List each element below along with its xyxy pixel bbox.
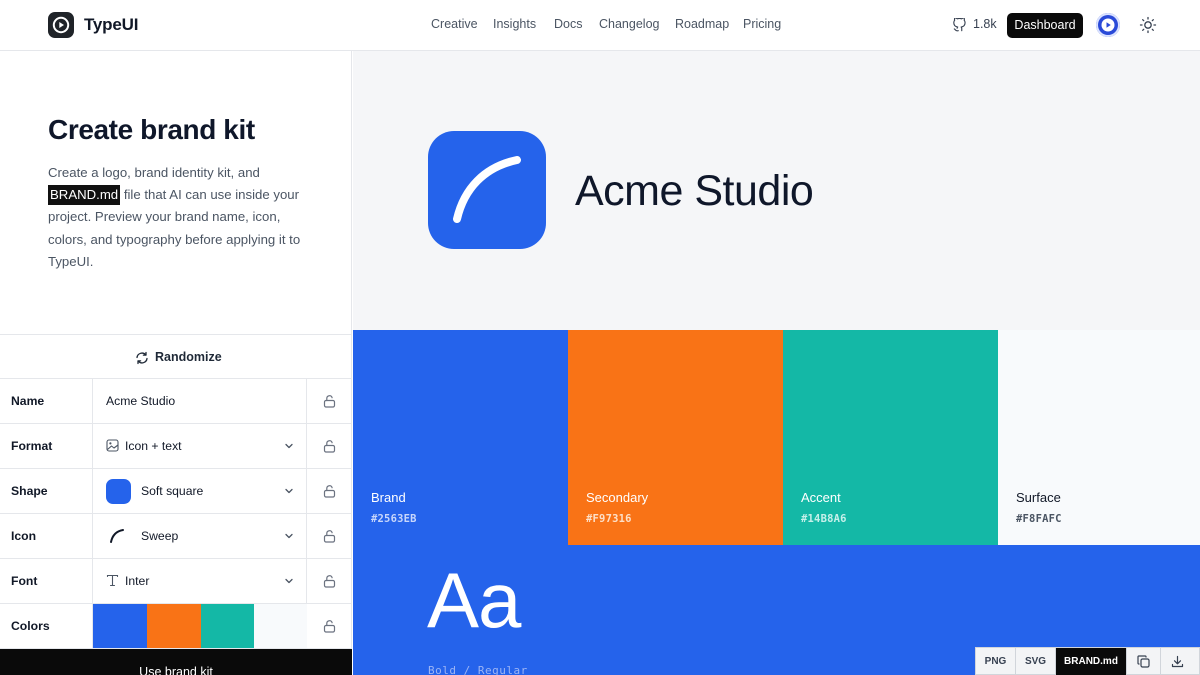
color-palette: Brand #2563EB Secondary #F97316 Accent #… [353,330,1200,545]
nav-creative[interactable]: Creative [431,17,478,31]
font-value: Inter [125,574,150,588]
chevron-down-icon [285,488,293,494]
brand-name-preview: Acme Studio [575,167,814,215]
setting-label: Shape [11,484,48,498]
palette-color-name: Brand [371,490,406,505]
setting-row-font: Font Inter [0,559,352,604]
palette-color-hex: #14B8A6 [801,513,847,525]
description-text: Create a logo, brand identity kit, and [48,165,260,180]
export-svg-button[interactable]: SVG [1016,648,1056,675]
brand-kit-editor: Create brand kit Create a logo, brand id… [0,51,352,675]
nav-insights[interactable]: Insights [493,17,536,31]
setting-label: Format [11,439,53,453]
unlock-icon[interactable] [323,484,336,498]
name-value: Acme Studio [106,394,176,408]
randomize-label: Randomize [155,350,222,364]
palette-color-hex: #F97316 [586,513,632,525]
export-toolbar: PNG SVG BRAND.md [975,647,1200,675]
brand-md-code: BRAND.md [48,185,121,206]
type-weights: Bold / Regular [428,664,528,675]
unlock-icon[interactable] [323,574,336,588]
nav-changelog[interactable]: Changelog [599,17,659,31]
name-input[interactable]: Acme Studio [92,379,307,423]
palette-tile-accent: Accent #14B8A6 [783,330,998,545]
copy-icon [1137,655,1150,668]
palette-color-name: Accent [801,490,841,505]
setting-label: Font [11,574,38,588]
avatar[interactable] [1096,13,1120,37]
type-icon [106,574,119,587]
icon-value: Sweep [141,529,179,543]
colors-picker[interactable] [92,604,307,648]
setting-row-icon: Icon Sweep [0,514,352,559]
sweep-icon [453,156,521,223]
image-icon [106,439,119,452]
brand-logo-preview [428,131,546,249]
github-icon [953,18,966,32]
settings-table: Name Acme Studio Format Icon + text Shap… [0,379,352,649]
type-sample: Aa [427,556,521,644]
use-brand-kit-button[interactable]: Use brand kit [0,649,352,675]
setting-label: Colors [11,619,50,633]
palette-color-hex: #2563EB [371,513,417,525]
color-strip [93,604,308,648]
soft-square-swatch [106,479,131,504]
page-title: Create brand kit [48,114,255,145]
palette-color-hex: #F8FAFC [1016,513,1062,525]
unlock-icon[interactable] [323,529,336,543]
setting-row-shape: Shape Soft square [0,469,352,514]
shape-value: Soft square [141,484,204,498]
unlock-icon[interactable] [323,439,336,453]
format-value: Icon + text [125,439,182,453]
setting-row-format: Format Icon + text [0,424,352,469]
use-brand-kit-label: Use brand kit [139,665,213,675]
color-chip-surface[interactable] [254,604,307,648]
github-stars-link[interactable]: 1.8k [953,17,1013,35]
refresh-icon [136,351,148,365]
export-brand-md-button[interactable]: BRAND.md [1056,648,1127,675]
shape-select[interactable]: Soft square [92,469,307,513]
setting-label: Icon [11,529,37,543]
setting-row-colors: Colors [0,604,352,649]
icon-select[interactable]: Sweep [92,514,307,558]
color-chip-brand[interactable] [93,604,147,648]
color-chip-accent[interactable] [201,604,254,648]
color-chip-secondary[interactable] [147,604,201,648]
chevron-down-icon [285,533,293,539]
copy-button[interactable] [1127,648,1161,675]
brand-preview: Acme Studio Brand #2563EB Secondary #F97… [353,51,1200,675]
dashboard-button[interactable]: Dashboard [1007,13,1083,38]
chevron-down-icon [285,578,293,584]
palette-tile-surface: Surface #F8FAFC [998,330,1200,545]
font-select[interactable]: Inter [92,559,307,603]
theme-toggle-sun-icon[interactable] [1139,16,1157,34]
setting-label: Name [11,394,45,408]
github-star-count: 1.8k [973,17,997,31]
palette-tile-secondary: Secondary #F97316 [568,330,783,545]
page-description: Create a logo, brand identity kit, and B… [48,162,318,273]
unlock-icon[interactable] [323,394,336,408]
export-png-button[interactable]: PNG [976,648,1016,675]
setting-row-name: Name Acme Studio [0,379,352,424]
download-icon [1171,655,1184,668]
download-button[interactable] [1161,648,1200,675]
top-nav: TypeUI Creative Insights Docs Changelog … [0,0,1200,51]
nav-docs[interactable]: Docs [554,17,582,31]
chevron-down-icon [285,443,293,449]
format-select[interactable]: Icon + text [92,424,307,468]
randomize-row: Randomize [0,334,352,379]
sweep-icon [110,529,124,543]
randomize-button[interactable]: Randomize [135,349,225,367]
palette-color-name: Secondary [586,490,649,505]
nav-pricing[interactable]: Pricing [743,17,781,31]
nav-roadmap[interactable]: Roadmap [675,17,729,31]
unlock-icon[interactable] [323,619,336,633]
palette-color-name: Surface [1016,490,1061,505]
palette-tile-brand: Brand #2563EB [353,330,568,545]
